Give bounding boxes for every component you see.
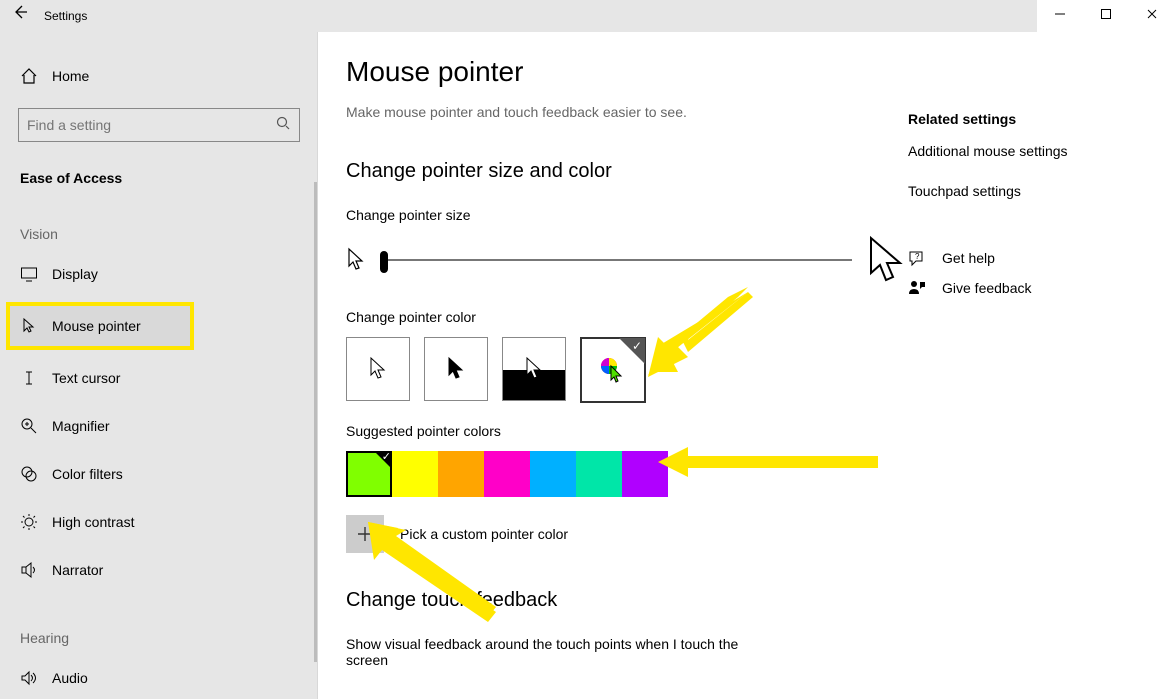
search-box[interactable] <box>18 108 300 142</box>
nav-display-label: Display <box>52 266 98 282</box>
related-settings: Related settings Additional mouse settin… <box>908 111 1128 297</box>
change-color-label: Change pointer color <box>346 309 906 325</box>
pointer-size-slider[interactable] <box>380 259 852 261</box>
nav-mouse-pointer-label: Mouse pointer <box>52 318 141 334</box>
help-icon: ? <box>908 249 926 267</box>
minimize-button[interactable] <box>1037 0 1083 32</box>
minimize-icon <box>1054 8 1066 20</box>
maximize-button[interactable] <box>1083 0 1129 32</box>
back-arrow-icon <box>12 4 28 20</box>
magnifier-icon <box>20 417 38 435</box>
close-button[interactable] <box>1129 0 1175 32</box>
nav-text-cursor[interactable]: Text cursor <box>0 358 317 398</box>
search-icon <box>267 116 299 135</box>
home-nav[interactable]: Home <box>20 56 317 96</box>
nav-list-vision: Display Mouse pointer Text cursor Magnif… <box>0 254 317 590</box>
nav-narrator-label: Narrator <box>52 562 103 578</box>
back-button[interactable] <box>0 0 40 32</box>
nav-text-cursor-label: Text cursor <box>52 370 120 386</box>
nav-magnifier-label: Magnifier <box>52 418 110 434</box>
nav-audio-label: Audio <box>52 670 88 686</box>
color-swatch-1[interactable] <box>392 451 438 497</box>
high-contrast-icon <box>20 513 38 531</box>
title-bar-left: Settings <box>0 0 87 32</box>
color-swatch-2[interactable] <box>438 451 484 497</box>
related-heading: Related settings <box>908 111 1128 127</box>
plus-icon <box>356 525 374 543</box>
link-touchpad[interactable]: Touchpad settings <box>908 183 1128 199</box>
mouse-pointer-icon <box>20 317 38 335</box>
custom-color-row: Pick a custom pointer color <box>346 515 906 553</box>
link-additional-mouse[interactable]: Additional mouse settings <box>908 143 1128 159</box>
window-controls <box>1037 0 1175 32</box>
group-hearing: Hearing <box>20 630 317 646</box>
give-feedback-label: Give feedback <box>942 280 1032 296</box>
color-swatch-0[interactable]: ✓ <box>346 451 392 497</box>
title-bar: Settings <box>0 0 1175 32</box>
color-swatch-6[interactable] <box>622 451 668 497</box>
custom-color-button[interactable] <box>346 515 384 553</box>
home-label: Home <box>52 68 89 84</box>
give-feedback-link[interactable]: Give feedback <box>908 279 1128 297</box>
audio-icon <box>20 669 38 687</box>
nav-color-filters[interactable]: Color filters <box>0 454 317 494</box>
change-size-label: Change pointer size <box>346 207 906 223</box>
get-help-label: Get help <box>942 250 995 266</box>
sidebar: Home Ease of Access Vision Display Mouse… <box>0 32 318 699</box>
pointer-color-white[interactable] <box>346 337 410 401</box>
check-icon: ✓ <box>632 339 642 353</box>
main-content: Mouse pointer Make mouse pointer and tou… <box>318 32 1175 699</box>
pointer-color-black[interactable] <box>424 337 488 401</box>
nav-high-contrast[interactable]: High contrast <box>0 502 317 542</box>
nav-mouse-pointer[interactable]: Mouse pointer <box>10 306 190 346</box>
close-icon <box>1146 8 1158 20</box>
nav-magnifier[interactable]: Magnifier <box>0 406 317 446</box>
cursor-black-icon <box>445 355 467 383</box>
pointer-color-inverted[interactable] <box>502 337 566 401</box>
cursor-large-icon <box>866 235 906 285</box>
home-icon <box>20 67 38 85</box>
group-vision: Vision <box>20 226 317 242</box>
nav-audio[interactable]: Audio <box>0 658 317 698</box>
nav-list-hearing: Audio <box>0 658 317 698</box>
pointer-color-options: ✓ <box>346 337 906 403</box>
annotation-highlight-box: Mouse pointer <box>6 302 194 350</box>
suggested-label: Suggested pointer colors <box>346 423 906 439</box>
display-icon <box>20 265 38 283</box>
sidebar-category: Ease of Access <box>20 170 317 186</box>
color-swatch-4[interactable] <box>530 451 576 497</box>
page-subtitle: Make mouse pointer and touch feedback ea… <box>346 104 906 120</box>
narrator-icon <box>20 561 38 579</box>
section-touch: Change touch feedback <box>346 589 906 612</box>
suggested-swatches: ✓ <box>346 451 906 497</box>
sidebar-scrollbar[interactable] <box>314 182 317 662</box>
pointer-size-slider-row <box>346 235 906 285</box>
get-help-link[interactable]: ? Get help <box>908 249 1128 267</box>
color-swatch-5[interactable] <box>576 451 622 497</box>
cursor-white-icon <box>367 355 389 383</box>
pointer-color-custom[interactable]: ✓ <box>580 337 646 403</box>
slider-thumb[interactable] <box>380 251 388 273</box>
cursor-inverted-icon <box>523 355 545 383</box>
nav-color-filters-label: Color filters <box>52 466 123 482</box>
search-input[interactable] <box>19 117 267 133</box>
nav-narrator[interactable]: Narrator <box>0 550 317 590</box>
cursor-small-icon <box>346 246 366 274</box>
feedback-icon <box>908 279 926 297</box>
custom-color-label: Pick a custom pointer color <box>400 526 568 542</box>
text-cursor-icon <box>20 369 38 387</box>
nav-high-contrast-label: High contrast <box>52 514 134 530</box>
page-title: Mouse pointer <box>346 56 906 88</box>
touch-feedback-description: Show visual feedback around the touch po… <box>346 636 776 668</box>
maximize-icon <box>1100 8 1112 20</box>
nav-display[interactable]: Display <box>0 254 317 294</box>
color-filters-icon <box>20 465 38 483</box>
section-size-color: Change pointer size and color <box>346 160 906 183</box>
svg-text:?: ? <box>915 252 920 261</box>
color-swatch-3[interactable] <box>484 451 530 497</box>
window-title: Settings <box>40 0 87 32</box>
